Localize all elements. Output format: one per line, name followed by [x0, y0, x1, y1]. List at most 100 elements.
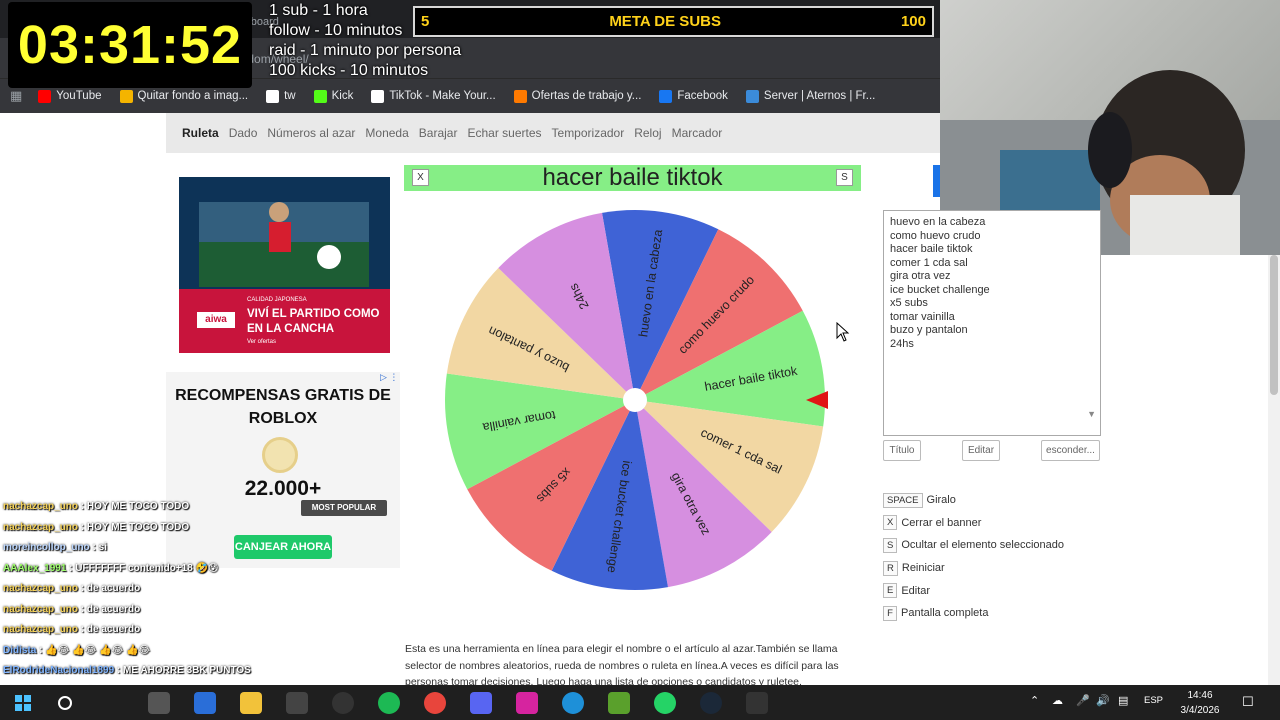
subs-goal-bar: 5 META DE SUBS 100	[413, 6, 934, 37]
chat-message: nachazcap_uno : HOY ME TOCO TODO	[3, 497, 403, 518]
store-icon[interactable]	[194, 692, 216, 714]
edge-icon[interactable]	[562, 692, 584, 714]
task-view-icon[interactable]	[148, 692, 170, 714]
bookmark-label: Kick	[331, 90, 354, 102]
whatsapp-icon[interactable]	[654, 692, 676, 714]
option-line: hacer baile tiktok	[890, 243, 973, 255]
shortcut-row: E Editar	[883, 579, 1064, 602]
chat-username[interactable]: Didista	[3, 645, 36, 656]
bookmark-item[interactable]: Server | Aternos | Fr...	[745, 89, 875, 103]
option-line: como huevo crudo	[890, 229, 981, 242]
steam-icon[interactable]	[700, 692, 722, 714]
scroll-thumb[interactable]	[1270, 255, 1278, 395]
bookmark-item[interactable]: Facebook	[659, 89, 728, 103]
notifications-icon[interactable]: ☐	[1242, 694, 1254, 710]
chat-username[interactable]: nachazcap_uno	[3, 501, 78, 512]
hide-banner-button[interactable]: S	[836, 169, 853, 186]
bookmark-label: Facebook	[677, 90, 728, 102]
nav-item-4[interactable]: Barajar	[419, 126, 458, 140]
roulette-wheel[interactable]: huevo en la cabeza como huevo crudohacer …	[440, 205, 830, 595]
microphone-icon[interactable]: 🎤	[1076, 694, 1090, 707]
shortcut-key: S	[883, 537, 898, 553]
ad-banner-bottom: aiwa CALIDAD JAPONESA VIVÍ EL PARTIDO CO…	[179, 289, 390, 353]
chat-separator: :	[89, 542, 99, 553]
nav-item-3[interactable]: Moneda	[365, 126, 408, 140]
hide-button[interactable]: esconder...	[1041, 440, 1100, 461]
bookmark-item[interactable]: tw	[266, 89, 296, 103]
rule-line: raid - 1 minuto por persona	[269, 42, 462, 59]
minecraft-icon[interactable]	[608, 692, 630, 714]
wheel-center[interactable]	[623, 388, 647, 412]
chat-message: AAAlex_1991 : UFFFFFFF contenido+18 🤣😰	[3, 559, 403, 580]
input-language[interactable]: ESP	[1144, 695, 1163, 706]
windows-start-icon[interactable]	[12, 692, 34, 714]
chevron-up-icon[interactable]: ⌃	[1030, 694, 1039, 707]
nav-item-2[interactable]: Números al azar	[267, 126, 355, 140]
shortcut-key: E	[883, 583, 898, 599]
chat-username[interactable]: AAAlex_1991	[3, 563, 66, 574]
bookmark-item[interactable]: Kick	[313, 89, 354, 103]
system-clock[interactable]: 14:46 3/4/2026	[1170, 688, 1230, 718]
chat-text: HOY ME TOCO TODO	[86, 501, 190, 512]
options-textarea[interactable]: huevo en la cabeza como huevo crudo hacer …	[883, 210, 1101, 436]
chat-message: nachazcap_uno : de acuerdo	[3, 600, 403, 621]
chat-username[interactable]: nachazcap_uno	[3, 604, 78, 615]
bookmark-item[interactable]: TikTok - Make Your...	[371, 89, 496, 103]
tv-advertisement[interactable]: aiwa CALIDAD JAPONESA VIVÍ EL PARTIDO CO…	[179, 177, 390, 353]
chat-message: moreincollop_uno : si	[3, 538, 403, 559]
chat-text: UFFFFFFF contenido+18 🤣😰	[75, 562, 219, 574]
nav-item-5[interactable]: Echar suertes	[467, 126, 541, 140]
spotify-icon[interactable]	[378, 692, 400, 714]
search-icon[interactable]	[58, 696, 72, 710]
nav-item-8[interactable]: Marcador	[672, 126, 723, 140]
page-scrollbar[interactable]	[1268, 255, 1280, 685]
result-text: hacer baile tiktok	[542, 164, 723, 191]
bookmark-item[interactable]: Quitar fondo a imag...	[119, 89, 248, 103]
chrome-icon[interactable]	[424, 692, 446, 714]
network-icon[interactable]: ▤	[1118, 694, 1128, 707]
robux-coin-icon	[262, 437, 298, 473]
bookmark-item[interactable]: Ofertas de trabajo y...	[513, 89, 641, 103]
shortcut-key: F	[883, 605, 897, 621]
nav-item-1[interactable]: Dado	[229, 126, 258, 140]
chat-separator: :	[78, 624, 87, 635]
obs-icon[interactable]	[332, 692, 354, 714]
bookmark-item[interactable]: YouTube	[38, 89, 102, 103]
adchoices-icon[interactable]: ▷ ⋮	[380, 372, 398, 383]
close-banner-button[interactable]: X	[412, 169, 429, 186]
apps-grid-icon[interactable]: ▦	[10, 88, 22, 104]
chat-username[interactable]: moreincollop_uno	[3, 542, 90, 553]
chat-username[interactable]: nachazcap_uno	[3, 583, 78, 594]
clock-date: 3/4/2026	[1180, 705, 1220, 716]
chat-username[interactable]: ElRodrideNacional1899	[3, 665, 114, 676]
shortcut-row: R Reiniciar	[883, 557, 1064, 580]
side-tab[interactable]	[933, 165, 940, 197]
chat-text: 👍😂 👍😂 👍😂 👍😂	[45, 644, 151, 656]
chat-username[interactable]: nachazcap_uno	[3, 624, 78, 635]
edit-button[interactable]: Editar	[962, 440, 1000, 461]
shortcut-label: Ocultar el elemento seleccionado	[901, 539, 1064, 552]
nav-item-6[interactable]: Temporizador	[552, 126, 625, 140]
ad-link[interactable]: Ver ofertas	[247, 339, 276, 345]
epic-games-icon[interactable]	[746, 692, 768, 714]
option-line: ice bucket challenge	[890, 283, 990, 296]
speaker-icon[interactable]: 🔊	[1096, 694, 1110, 707]
instagram-icon[interactable]	[516, 692, 538, 714]
chat-separator: :	[78, 603, 87, 615]
chat-message: ElRodrideNacional1899 : ME AHORRE 3BK PU…	[3, 661, 403, 682]
capcut-icon[interactable]	[286, 692, 308, 714]
nav-item-0[interactable]: Ruleta	[182, 126, 219, 140]
cloud-icon[interactable]: ☁	[1052, 694, 1063, 707]
title-button[interactable]: Título	[883, 440, 921, 461]
chat-message: Didista : 👍😂 👍😂 👍😂 👍😂	[3, 641, 403, 662]
file-explorer-icon[interactable]	[240, 692, 262, 714]
chat-text: ME AHORRE 3BK PUNTOS	[123, 665, 251, 676]
option-line: 24hs	[890, 337, 914, 350]
chat-username[interactable]: nachazcap_uno	[3, 522, 78, 533]
chat-separator: :	[114, 665, 124, 676]
aternos-icon	[745, 89, 759, 103]
discord-icon[interactable]	[470, 692, 492, 714]
nav-item-7[interactable]: Reloj	[634, 126, 661, 140]
shortcut-row: X Cerrar el banner	[883, 512, 1064, 535]
ad-title: RECOMPENSAS GRATIS DE ROBLOX	[175, 387, 391, 427]
